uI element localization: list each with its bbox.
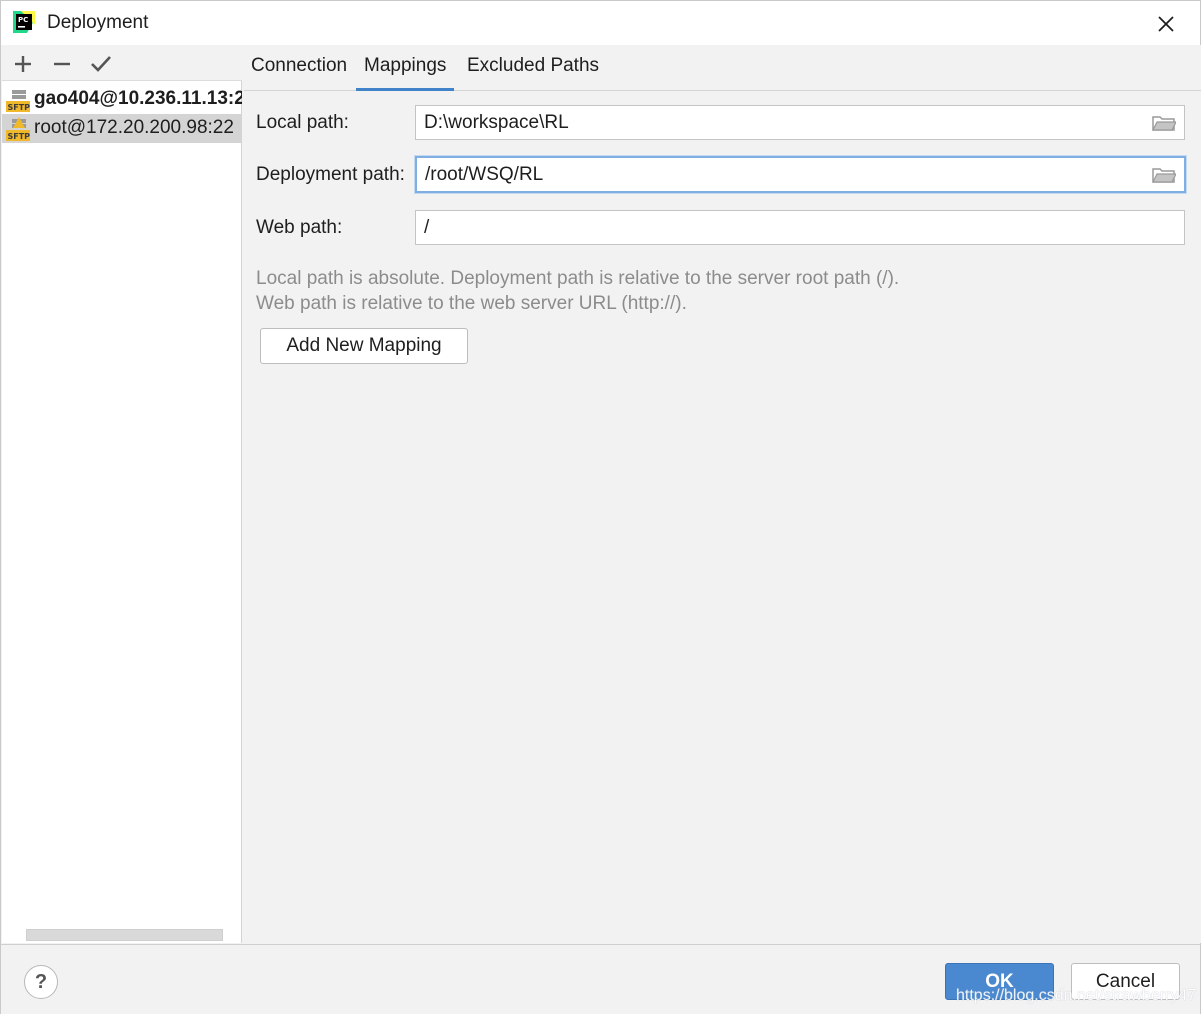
deployment-path-field[interactable]: [415, 156, 1186, 193]
web-path-input[interactable]: [424, 211, 1144, 244]
server-label: root@172.20.200.98:22: [34, 117, 234, 138]
hint-web-path: Web path is relative to the web server U…: [256, 293, 687, 314]
minus-icon[interactable]: [49, 51, 75, 77]
tab-connection[interactable]: Connection: [243, 55, 355, 91]
folder-icon[interactable]: [1152, 114, 1176, 132]
tab-mappings[interactable]: Mappings: [356, 55, 455, 91]
pycharm-app-icon: PC: [13, 11, 35, 33]
server-list-pane: SFTP gao404@10.236.11.13:2 SFTP root@172…: [2, 45, 242, 943]
hint-local-path: Local path is absolute. Deployment path …: [256, 268, 900, 289]
local-path-field[interactable]: [415, 105, 1185, 140]
svg-text:PC: PC: [18, 16, 28, 24]
plus-icon[interactable]: [10, 51, 36, 77]
sftp-server-icon: SFTP: [6, 117, 30, 141]
web-path-label: Web path:: [256, 217, 343, 238]
deployment-path-input[interactable]: [425, 158, 1145, 191]
sftp-badge-text: SFTP: [8, 132, 31, 141]
folder-icon[interactable]: [1152, 166, 1176, 184]
web-path-field[interactable]: [415, 210, 1185, 245]
settings-pane: Connection Mappings Excluded Paths Local…: [244, 45, 1201, 943]
tab-bar: Connection Mappings Excluded Paths: [244, 45, 1201, 91]
server-label: gao404@10.236.11.13:2: [34, 88, 242, 109]
server-item-gao404[interactable]: SFTP gao404@10.236.11.13:2: [2, 85, 242, 114]
deployment-dialog: PC Deployment SFTP gao404@10.236.11.13:2…: [0, 0, 1201, 1014]
close-icon[interactable]: [1147, 7, 1183, 41]
title-bar: PC Deployment: [1, 1, 1200, 45]
sftp-badge-text: SFTP: [8, 103, 31, 112]
help-icon[interactable]: ?: [24, 965, 58, 999]
dialog-button-bar: ? OK Cancel https://blog.csdn.net/strawb…: [1, 944, 1200, 1014]
server-list: SFTP gao404@10.236.11.13:2 SFTP root@172…: [2, 85, 242, 143]
local-path-input[interactable]: [424, 106, 1144, 139]
deployment-path-label: Deployment path:: [256, 164, 405, 185]
horizontal-scrollbar[interactable]: [26, 929, 223, 941]
tab-excluded-paths[interactable]: Excluded Paths: [459, 55, 607, 91]
sftp-server-icon: SFTP: [6, 90, 31, 112]
local-path-label: Local path:: [256, 112, 349, 133]
watermark: https://blog.csdn.net/strawberry47: [956, 987, 1197, 1004]
server-item-root[interactable]: SFTP root@172.20.200.98:22: [2, 114, 242, 143]
checkmark-icon[interactable]: [88, 51, 114, 77]
server-toolbar: [2, 45, 242, 81]
window-title: Deployment: [47, 12, 149, 33]
add-new-mapping-button[interactable]: Add New Mapping: [260, 328, 468, 364]
